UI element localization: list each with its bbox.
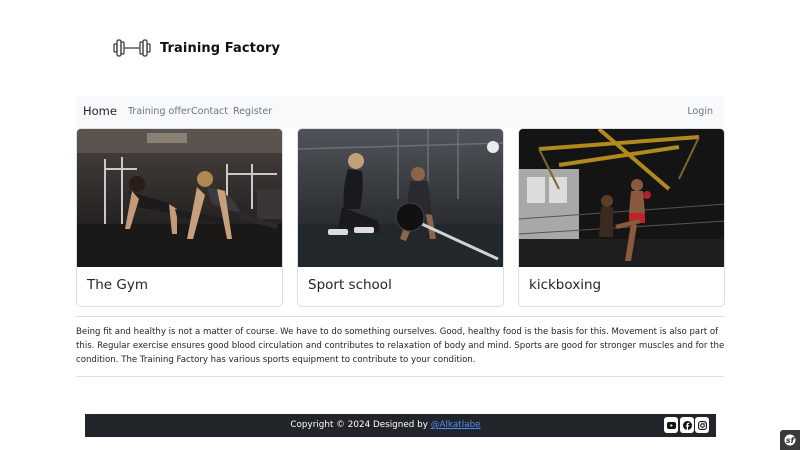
kickboxing-photo (519, 129, 724, 267)
dumbbell-icon (113, 37, 151, 59)
sport-school-photo (298, 129, 503, 267)
facebook-icon[interactable] (680, 417, 694, 433)
brand[interactable]: Training Factory (113, 36, 280, 60)
designer-link[interactable]: @Alkatlabe (431, 420, 481, 430)
main-navbar: Home Training offer Contact Register Log… (76, 96, 724, 128)
card-the-gym[interactable]: The Gym (76, 128, 283, 307)
instagram-icon[interactable] (695, 417, 709, 433)
divider (76, 316, 724, 317)
card-sport-school[interactable]: Sport school (297, 128, 504, 307)
footer-copyright: Copyright © 2024 Designed by @Alkatlabe (85, 420, 716, 430)
nav-training-offer-link[interactable]: Training offer (128, 106, 191, 117)
divider (76, 376, 724, 377)
youtube-icon[interactable] (664, 417, 678, 433)
gym-photo (77, 129, 282, 267)
nav-home-link[interactable]: Home (83, 104, 117, 118)
card-kickboxing[interactable]: kickboxing (518, 128, 725, 307)
nav-register-link[interactable]: Register (233, 106, 272, 117)
intro-text: Being fit and healthy is not a matter of… (76, 327, 725, 365)
copyright-text: Copyright © 2024 Designed by (290, 420, 431, 430)
card-title: Sport school (308, 277, 392, 293)
nav-login-link[interactable]: Login (687, 106, 713, 117)
footer: Copyright © 2024 Designed by @Alkatlabe (85, 414, 716, 437)
symfony-toolbar-icon[interactable]: sf (780, 430, 800, 450)
nav-contact-link[interactable]: Contact (191, 106, 228, 117)
card-title: kickboxing (529, 277, 602, 293)
brand-name: Training Factory (160, 40, 281, 56)
card-title: The Gym (87, 277, 149, 293)
